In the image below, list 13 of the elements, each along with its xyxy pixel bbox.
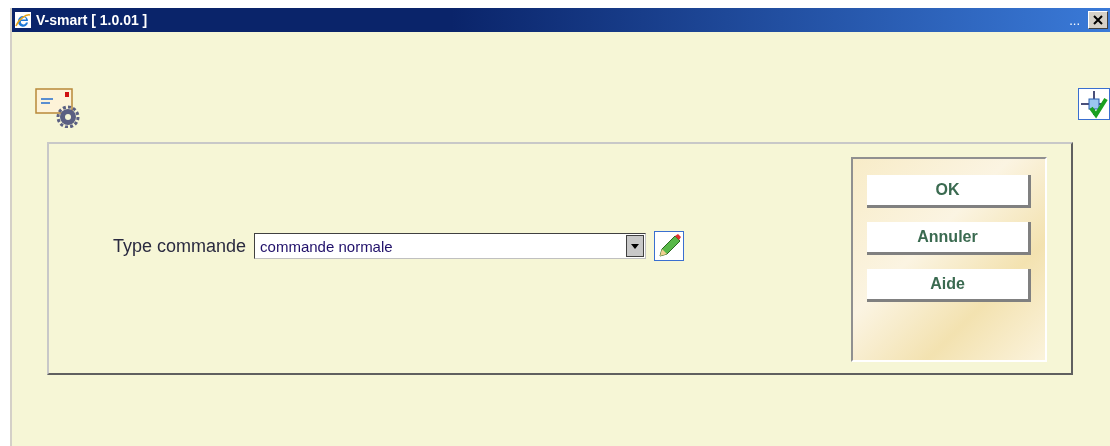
pencil-icon[interactable]: [654, 231, 685, 261]
close-button[interactable]: [1088, 11, 1108, 29]
dialog-button[interactable]: OK: [867, 175, 1031, 208]
window-title: V-smart [ 1.0.01 ]: [36, 12, 148, 28]
layout-check-icon[interactable]: [1078, 88, 1110, 120]
dialog-button[interactable]: Annuler: [867, 222, 1031, 255]
order-type-dropdown[interactable]: commande normale: [254, 233, 647, 259]
field-label: Type commande: [113, 235, 247, 257]
envelope-gear-icon[interactable]: [35, 88, 81, 128]
browser-logo-icon: [14, 11, 32, 29]
close-icon: [1093, 15, 1103, 25]
title-ellipsis: ...: [1069, 12, 1080, 28]
dialog-button[interactable]: Aide: [867, 269, 1031, 302]
